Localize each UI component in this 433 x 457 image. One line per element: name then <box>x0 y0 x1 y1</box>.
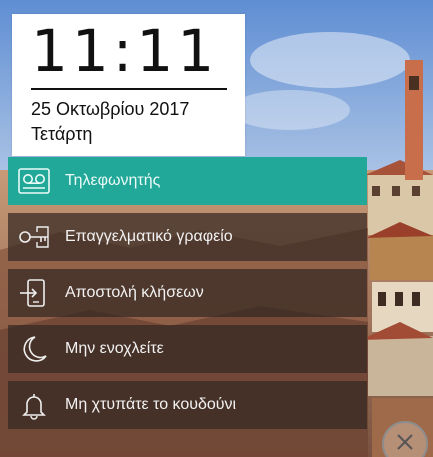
key-icon <box>17 220 51 254</box>
menu-item-label: Μη χτυπάτε το κουδούνι <box>65 396 237 413</box>
menu-item-label: Τηλεφωνητής <box>65 172 161 189</box>
clock-widget: 11:11 25 Οκτωβρίου 2017 Τετάρτη <box>12 14 245 156</box>
voicemail-icon <box>17 164 51 198</box>
menu-item-no-doorbell[interactable]: Μη χτυπάτε το κουδούνι <box>8 381 367 429</box>
clock-time: 11:11 <box>31 17 219 85</box>
menu-item-do-not-disturb[interactable]: Μην ενοχλείτε <box>8 325 367 373</box>
menu-item-office[interactable]: Επαγγελματικό γραφείο <box>8 213 367 261</box>
bell-icon <box>17 388 51 422</box>
menu-item-label: Μην ενοχλείτε <box>65 340 164 357</box>
menu-item-voicemail[interactable]: Τηλεφωνητής <box>8 157 367 205</box>
menu-item-label: Αποστολή κλήσεων <box>65 284 204 301</box>
lock-screen: 11:11 25 Οκτωβρίου 2017 Τετάρτη Τηλεφωνη… <box>0 0 433 457</box>
call-forward-icon <box>17 276 51 310</box>
moon-icon <box>17 332 51 366</box>
clock-divider <box>31 88 227 90</box>
menu-item-call-forwarding[interactable]: Αποστολή κλήσεων <box>8 269 367 317</box>
close-icon <box>395 432 415 457</box>
status-menu: Τηλεφωνητής Επαγγελματικό γραφείο Αποστο… <box>8 157 367 437</box>
menu-item-label: Επαγγελματικό γραφείο <box>65 228 233 245</box>
clock-date: 25 Οκτωβρίου 2017 <box>31 99 190 119</box>
clock-day: Τετάρτη <box>31 124 93 144</box>
